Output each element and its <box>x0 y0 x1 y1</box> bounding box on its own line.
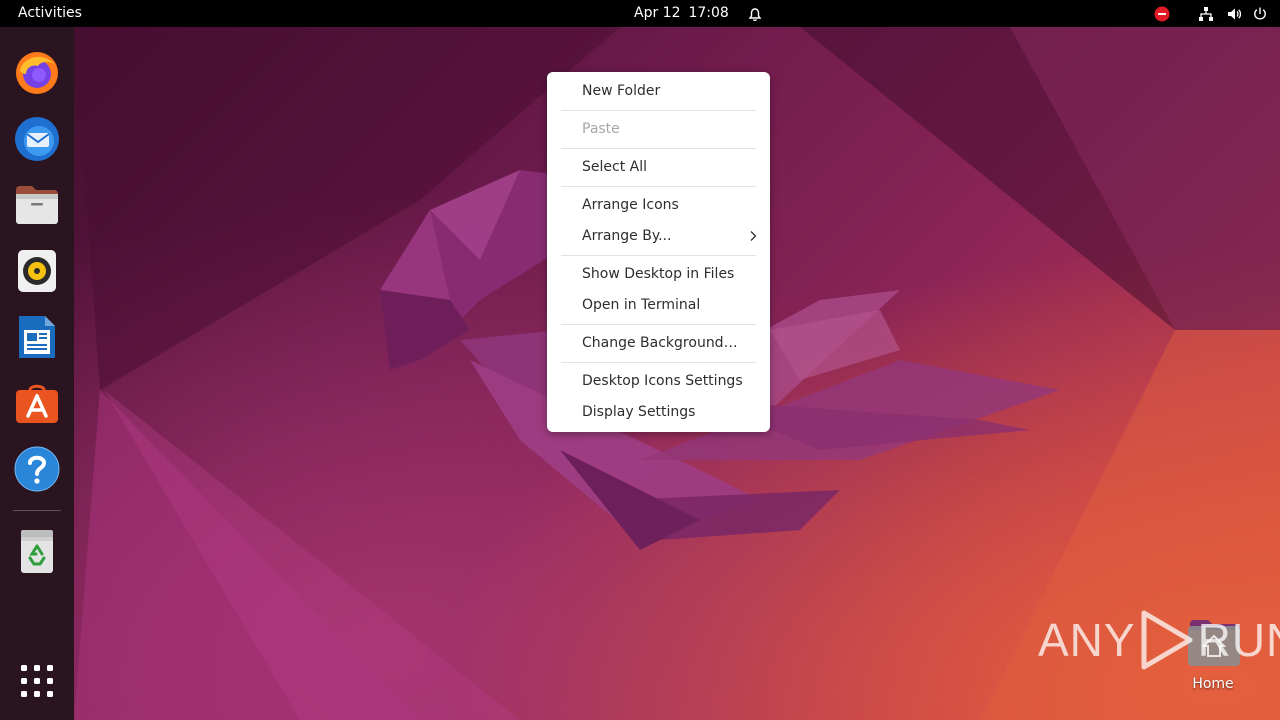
software-icon <box>16 384 58 423</box>
chevron-right-icon <box>748 224 758 248</box>
writer-icon <box>19 316 55 358</box>
menu-separator <box>561 362 756 363</box>
desktop-context-menu: New Folder Paste Select All Arrange Icon… <box>547 72 770 432</box>
menu-arrange-by[interactable]: Arrange By... <box>582 224 758 248</box>
menu-display-settings[interactable]: Display Settings <box>582 400 758 424</box>
menu-paste: Paste <box>582 121 620 137</box>
firefox-icon <box>16 52 58 94</box>
menu-separator <box>561 324 756 325</box>
dock-files[interactable] <box>13 181 61 229</box>
clock-date: Apr 12 <box>634 5 681 21</box>
clock-button[interactable]: Apr 12 17:08 <box>634 0 763 27</box>
rhythmbox-icon <box>18 250 56 292</box>
dock-trash[interactable] <box>13 527 61 575</box>
power-icon[interactable] <box>1252 6 1268 22</box>
menu-separator <box>561 148 756 149</box>
app-grid-icon <box>21 665 53 697</box>
dock-separator <box>13 510 61 511</box>
dock-rhythmbox[interactable] <box>13 247 61 295</box>
do-not-disturb-icon[interactable] <box>1154 6 1170 22</box>
play-logo-icon <box>1141 610 1193 670</box>
help-icon <box>14 446 60 492</box>
clock-time: 17:08 <box>688 5 729 21</box>
files-icon <box>16 186 58 224</box>
menu-change-background[interactable]: Change Background… <box>582 331 758 355</box>
network-icon[interactable] <box>1198 6 1214 22</box>
menu-separator <box>561 186 756 187</box>
home-folder-label[interactable]: Home <box>1172 676 1254 692</box>
dock <box>0 27 74 720</box>
dock-thunderbird[interactable] <box>13 115 61 163</box>
watermark-left-text: ANY <box>1038 614 1136 666</box>
watermark-right-text: RUN <box>1197 614 1280 666</box>
menu-arrange-by-label: Arrange By... <box>582 228 672 244</box>
menu-separator <box>561 255 756 256</box>
menu-arrange-icons[interactable]: Arrange Icons <box>582 193 758 217</box>
activities-button[interactable]: Activities <box>18 0 82 27</box>
thunderbird-icon <box>15 117 59 161</box>
dock-ubuntu-software[interactable] <box>13 379 61 427</box>
dock-firefox[interactable] <box>13 49 61 97</box>
menu-separator <box>561 110 756 111</box>
menu-new-folder[interactable]: New Folder <box>582 79 758 103</box>
menu-desktop-icons-settings[interactable]: Desktop Icons Settings <box>582 369 758 393</box>
menu-show-desktop-in-files[interactable]: Show Desktop in Files <box>582 262 758 286</box>
show-applications-button[interactable] <box>13 657 61 705</box>
top-bar: Activities Apr 12 17:08 <box>0 0 1280 27</box>
dock-writer[interactable] <box>13 313 61 361</box>
anyrun-watermark: ANY RUN <box>1038 608 1280 672</box>
menu-select-all[interactable]: Select All <box>582 155 758 179</box>
volume-icon[interactable] <box>1226 6 1242 22</box>
trash-icon <box>21 530 53 573</box>
dock-help[interactable] <box>13 445 61 493</box>
bell-icon <box>747 6 763 22</box>
system-tray[interactable] <box>1154 0 1268 27</box>
menu-open-in-terminal[interactable]: Open in Terminal <box>582 293 758 317</box>
